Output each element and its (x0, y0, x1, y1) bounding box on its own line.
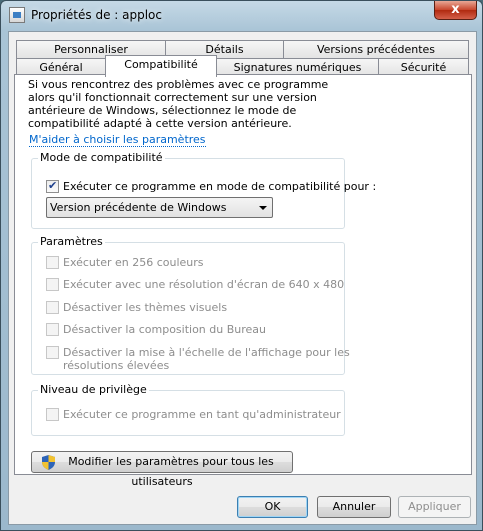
group-title: Paramètres (38, 235, 105, 248)
setting-label: Désactiver la mise à l'échelle de l'affi… (63, 346, 350, 359)
settings-group: Paramètres Exécuter en 256 couleurs Exéc… (31, 235, 350, 375)
tab-label: Signatures numériques (233, 61, 362, 74)
setting-label: Désactiver la composition du Bureau (63, 323, 267, 336)
privilege-group: Niveau de privilège Exécuter ce programm… (31, 383, 345, 436)
checkbox[interactable] (46, 323, 59, 336)
select-value: Version précédente de Windows (50, 201, 227, 214)
tab-label: Sécurité (400, 61, 447, 74)
tab-compatibilite[interactable]: Compatibilité (105, 55, 217, 77)
compatibility-panel: Si vous rencontrez des problèmes avec ce… (14, 74, 472, 488)
uac-shield-icon (42, 455, 55, 470)
window-title: Propriétés de : apploc (31, 8, 162, 22)
os-version-select[interactable]: Version précédente de Windows (46, 197, 273, 218)
group-title: Niveau de privilège (38, 383, 149, 396)
setting-label: Exécuter en 256 couleurs (63, 256, 204, 269)
help-link[interactable]: M'aider à choisir les paramètres (29, 133, 206, 147)
tab-versions-precedentes[interactable]: Versions précédentes (283, 40, 469, 59)
setting-label: Exécuter avec une résolution d'écran de … (63, 278, 345, 291)
dropdown-arrow-icon (259, 206, 267, 210)
properties-dialog: Propriétés de : apploc x Personnaliser D… (0, 0, 483, 531)
cancel-button[interactable]: Annuler (317, 496, 391, 518)
compat-mode-label: Exécuter ce programme en mode de compati… (63, 180, 377, 193)
apply-button[interactable]: Appliquer (398, 496, 471, 518)
ok-button[interactable]: OK (237, 496, 308, 518)
run-as-admin-checkbox[interactable] (46, 408, 59, 421)
tab-label: Général (39, 61, 83, 74)
checkbox[interactable] (46, 256, 59, 269)
setting-label: résolutions élevées (63, 359, 170, 372)
app-icon (9, 7, 25, 23)
close-button[interactable]: x (434, 1, 477, 20)
run-as-admin-label: Exécuter ce programme en tant qu'adminis… (63, 408, 341, 421)
compat-mode-group: Mode de compatibilité Exécuter ce progra… (31, 151, 376, 229)
tab-label: Versions précédentes (316, 43, 436, 56)
checkbox[interactable] (46, 346, 59, 359)
setting-label: Désactiver les thèmes visuels (63, 301, 228, 314)
tab-label: Compatibilité (124, 58, 198, 71)
compat-mode-checkbox[interactable] (46, 179, 59, 193)
all-users-settings-button[interactable]: Modifier les paramètres pour tous les ut… (31, 451, 293, 488)
group-title: Mode de compatibilité (38, 151, 165, 164)
checkbox[interactable] (46, 301, 59, 314)
compat-description: Si vous rencontrez des problèmes avec ce… (28, 78, 329, 130)
checkbox[interactable] (46, 278, 59, 291)
title-bar[interactable]: Propriétés de : apploc x (1, 1, 482, 31)
